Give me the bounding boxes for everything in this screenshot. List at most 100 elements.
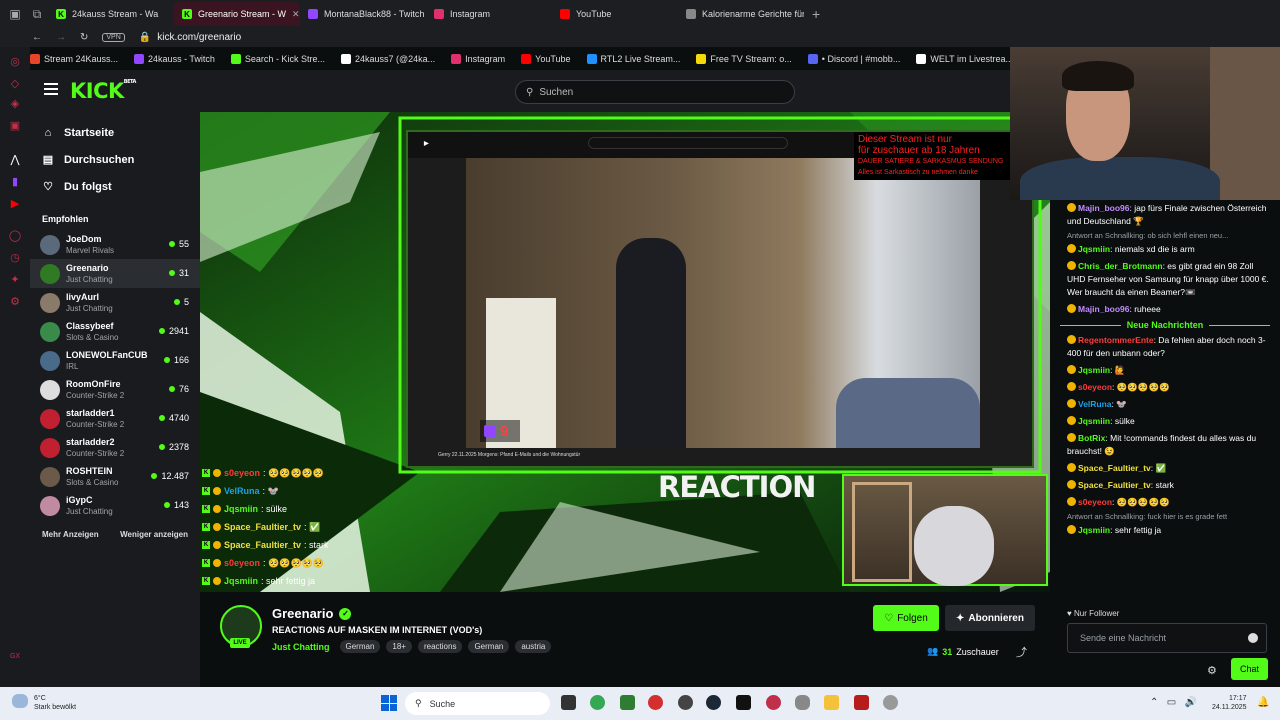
channel-item[interactable]: Classybeef Slots & Casino 2941 <box>30 317 200 346</box>
browser-tab[interactable]: Instagram <box>426 2 552 26</box>
nav-item-durchsuchen[interactable]: ▤ Durchsuchen <box>30 146 200 173</box>
bookmark-item[interactable]: Free TV Stream: o... <box>696 53 792 64</box>
clock[interactable]: 17:17 24.11.2025 <box>1212 694 1247 712</box>
kick-logo[interactable]: KICKBETA <box>70 79 136 103</box>
app-icon[interactable] <box>678 695 693 710</box>
category-link[interactable]: Just Chatting <box>272 642 330 652</box>
chat-username[interactable]: s0eyeon <box>1078 497 1112 507</box>
chat-username[interactable]: RegentommerEnte <box>1078 335 1154 345</box>
back-icon[interactable]: ← <box>32 32 42 43</box>
chat-username[interactable]: Chris_der_Brotmann <box>1078 261 1163 271</box>
epic-games-icon[interactable] <box>736 695 751 710</box>
stream-tag[interactable]: German <box>468 640 510 653</box>
taskbar-search[interactable]: ⚲ Suche <box>405 692 550 715</box>
chat-username[interactable]: BotRix <box>1078 433 1105 443</box>
streamer-name[interactable]: Greenario ✓ <box>272 606 352 621</box>
browser-tab[interactable]: K Greenario Stream - W ✕ <box>174 2 300 26</box>
sidebar-app-icon[interactable]: ✦ <box>9 273 21 286</box>
bookmark-item[interactable]: Search - Kick Stre... <box>230 53 325 64</box>
chat-username[interactable]: Majin_boo96 <box>1078 304 1129 314</box>
bookmark-item[interactable]: 24kauss - Twitch <box>134 53 215 64</box>
lock-icon[interactable]: 🔒 <box>139 32 151 43</box>
chrome-icon[interactable] <box>590 695 605 710</box>
chat-settings-icon[interactable]: ⚙ <box>1207 664 1219 677</box>
bookmark-item[interactable]: YouTube <box>521 53 571 64</box>
channel-item[interactable]: ROSHTEIN Slots & Casino 12.487 <box>30 462 200 491</box>
sidebar-app-icon[interactable]: ◈ <box>9 97 21 110</box>
channel-item[interactable]: starladder1 Counter-Strike 2 4740 <box>30 404 200 433</box>
forward-icon[interactable]: → <box>56 32 66 43</box>
channel-item[interactable]: iGypC Just Chatting 143 <box>30 491 200 520</box>
subscribe-button[interactable]: ✦ Abonnieren <box>945 605 1035 631</box>
bookmark-item[interactable]: Instagram <box>451 53 505 64</box>
browser-menu-icon[interactable]: ▣ <box>4 3 26 25</box>
sidebar-opera-icon[interactable]: ◎ <box>9 55 21 68</box>
stream-tag[interactable]: austria <box>515 640 552 653</box>
chat-username[interactable]: Jqsmiin <box>1078 365 1110 375</box>
system-tray[interactable]: ⌃ ▭ 🔊 <box>1150 697 1197 708</box>
weather-widget[interactable]: 6°C Stark bewölkt <box>12 694 76 712</box>
emoji-icon[interactable] <box>1248 633 1258 643</box>
channel-item[interactable]: RoomOnFire Counter-Strike 2 76 <box>30 375 200 404</box>
browser-tab[interactable]: YouTube <box>552 2 678 26</box>
chat-username[interactable]: Jqsmiin <box>1078 416 1110 426</box>
chat-username[interactable]: Jqsmiin <box>1078 244 1110 254</box>
reload-icon[interactable]: ↻ <box>80 32 88 43</box>
bookmark-item[interactable]: RTL2 Live Stream... <box>586 53 680 64</box>
channel-item[interactable]: Greenario Just Chatting 31 <box>30 259 200 288</box>
steam-icon[interactable] <box>706 695 721 710</box>
stream-tag[interactable]: German <box>339 640 381 653</box>
sidebar-app-icon[interactable]: ◇ <box>9 77 21 90</box>
follow-button[interactable]: ♡ Folgen <box>873 605 939 631</box>
share-icon[interactable]: ⤴ <box>1016 644 1027 660</box>
file-explorer-icon[interactable] <box>824 695 839 710</box>
chat-username[interactable]: VelRuna <box>1078 399 1112 409</box>
menu-icon[interactable] <box>44 83 58 97</box>
chat-send-button[interactable]: Chat <box>1231 658 1268 680</box>
sidebar-app-icon[interactable]: ▣ <box>9 119 21 132</box>
chat-input[interactable]: Sende eine Nachricht <box>1067 623 1267 653</box>
channel-item[interactable]: livyAurl Just Chatting 5 <box>30 288 200 317</box>
chat-username[interactable]: Space_Faultier_tv <box>1078 480 1151 490</box>
app-icon[interactable] <box>648 695 663 710</box>
bookmark-item[interactable]: WELT im Livestrea... <box>916 53 1010 64</box>
bookmark-item[interactable]: • Discord | #mobb... <box>807 53 900 64</box>
tab-actions-icon[interactable]: ⧉ <box>26 3 48 25</box>
mouse-app-icon[interactable] <box>795 695 810 710</box>
new-tab-button[interactable]: + <box>804 6 828 22</box>
chat-username[interactable]: Majin_boo96 <box>1078 203 1129 213</box>
browser-tab[interactable]: MontanaBlack88 - Twitch <box>300 2 426 26</box>
chat-username[interactable]: Space_Faultier_tv <box>1078 463 1151 473</box>
bookmark-item[interactable]: Stream 24Kauss... <box>30 53 118 64</box>
bookmark-item[interactable]: 24kauss7 (@24ka... <box>340 53 435 64</box>
channel-item[interactable]: starladder2 Counter-Strike 2 2378 <box>30 433 200 462</box>
sidebar-gx-icon[interactable]: GX <box>9 650 21 662</box>
settings-icon[interactable] <box>883 695 898 710</box>
new-messages-divider[interactable]: Neue Nachrichten <box>1050 318 1280 332</box>
close-tab-icon[interactable]: ✕ <box>292 9 300 20</box>
sidebar-history-icon[interactable]: ◷ <box>9 251 21 264</box>
video-player[interactable]: ▶ 9 Dieser Stream ist nur für zuschauer … <box>200 112 1050 592</box>
sidebar-kick-icon[interactable]: ⋀ <box>9 153 21 166</box>
vpn-badge[interactable]: VPN <box>102 33 125 42</box>
channel-item[interactable]: LONEWOLFanCUB IRL 166 <box>30 346 200 375</box>
sidebar-youtube-icon[interactable]: ▶ <box>9 197 21 210</box>
notifications-icon[interactable]: 🔔 <box>1257 697 1269 708</box>
stream-tag[interactable]: 18+ <box>386 640 412 653</box>
chat-username[interactable]: s0eyeon <box>1078 382 1112 392</box>
channel-item[interactable]: JoeDom Marvel Rivals 55 <box>30 230 200 259</box>
browser-tab[interactable]: Kalorienarme Gerichte für <box>678 2 804 26</box>
chat-username[interactable]: Jqsmiin <box>1078 525 1110 535</box>
sidebar-settings-icon[interactable]: ⚙ <box>9 295 21 308</box>
app-icon[interactable] <box>854 695 869 710</box>
show-less-link[interactable]: Weniger anzeigen <box>120 530 188 539</box>
task-view-icon[interactable] <box>561 695 576 710</box>
stream-tag[interactable]: reactions <box>417 640 463 653</box>
show-more-link[interactable]: Mehr Anzeigen <box>42 530 99 539</box>
nav-item-du folgst[interactable]: ♡ Du folgst <box>30 173 200 200</box>
opera-gx-icon[interactable] <box>766 695 781 710</box>
url-field[interactable]: kick.com/greenario <box>157 32 241 43</box>
nav-item-startseite[interactable]: ⌂ Startseite <box>30 119 200 146</box>
calculator-icon[interactable] <box>620 695 635 710</box>
browser-tab[interactable]: K 24kauss Stream - Wa <box>48 2 174 26</box>
